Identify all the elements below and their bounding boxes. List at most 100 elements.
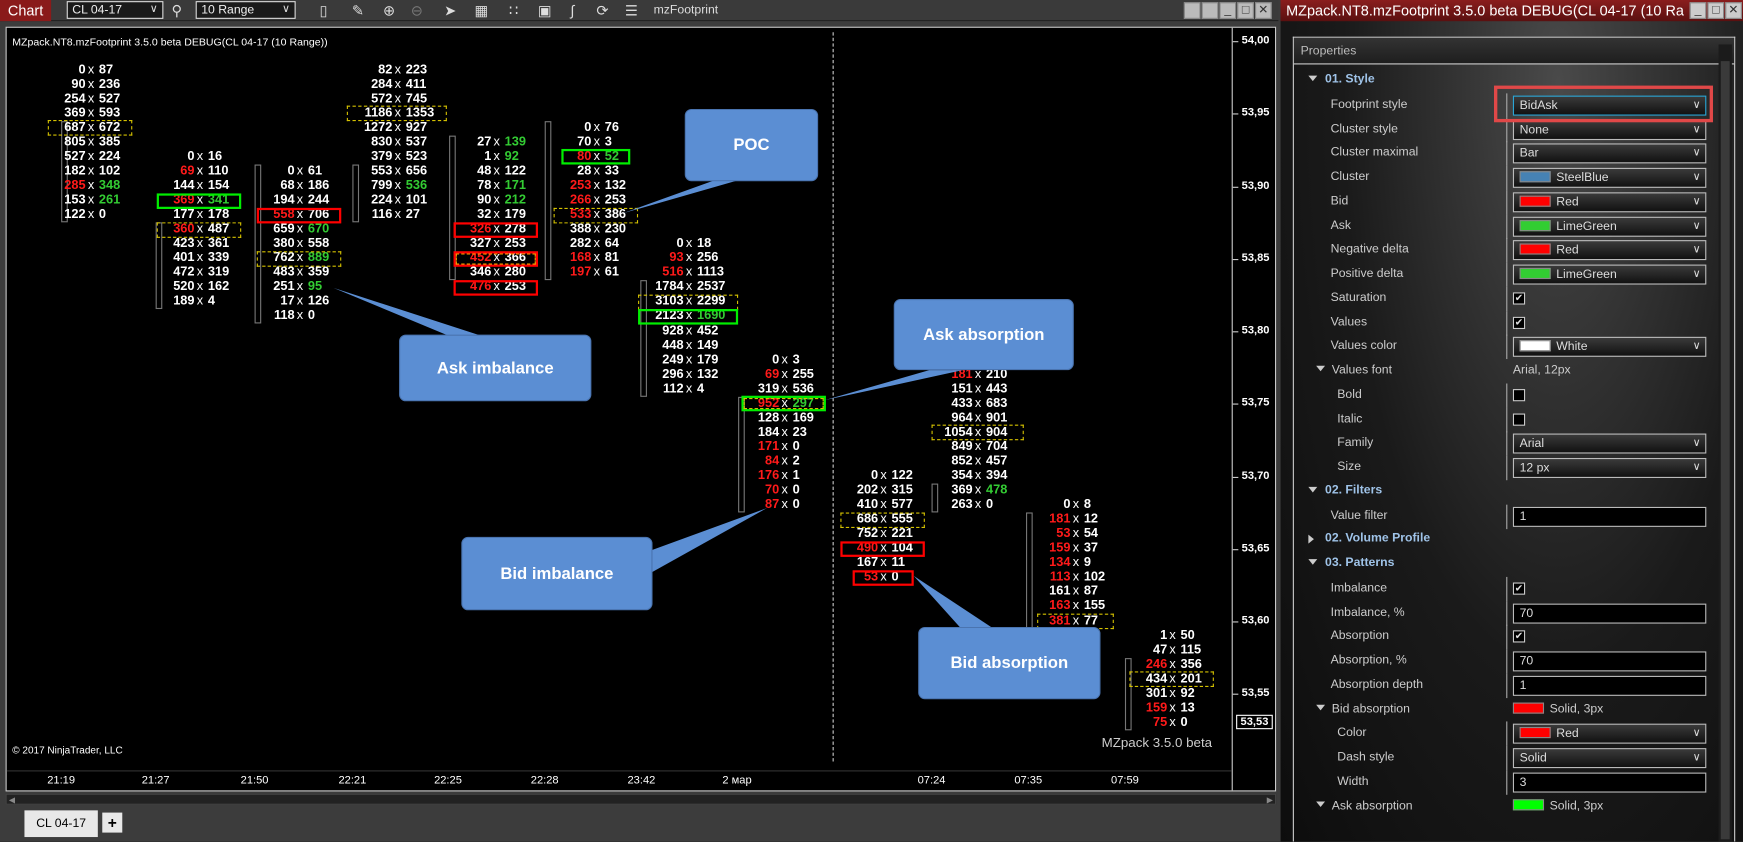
zoom-in-icon[interactable]: ⊕ xyxy=(379,1,399,20)
property-value-input[interactable]: 70 xyxy=(1512,651,1707,672)
property-bold[interactable]: Bold xyxy=(1294,383,1716,408)
checkbox[interactable]: ✔ xyxy=(1512,292,1526,305)
property-value-input[interactable]: 3 xyxy=(1512,772,1707,793)
indicators-icon[interactable]: ∷ xyxy=(504,1,524,20)
property-value-dropdown[interactable]: 12 px ∨ xyxy=(1512,457,1707,478)
property-value-dropdown[interactable]: Bar ∨ xyxy=(1512,143,1707,164)
property-dash-style[interactable]: Dash style Solid ∨ xyxy=(1294,745,1716,771)
property-imbalance[interactable]: Imbalance ✔ xyxy=(1294,576,1716,602)
property-value-dropdown[interactable]: SteelBlue ∨ xyxy=(1512,167,1707,188)
property-02-volume-profile[interactable]: 02. Volume Profile xyxy=(1294,528,1716,552)
chart-panel[interactable]: MZpack.NT8.mzFootprint 3.5.0 beta DEBUG(… xyxy=(5,26,1277,792)
property-cluster-maximal[interactable]: Cluster maximal Bar ∨ xyxy=(1294,141,1716,166)
instrument-dropdown[interactable]: CL 04-17 ∨ xyxy=(66,1,164,19)
expand-down-icon[interactable] xyxy=(1316,704,1326,710)
minimize-icon[interactable]: _ xyxy=(1689,2,1707,19)
expand-right-icon[interactable] xyxy=(1308,534,1314,544)
property-saturation[interactable]: Saturation ✔ xyxy=(1294,286,1716,311)
expand-down-icon[interactable] xyxy=(1308,559,1318,565)
price-axis[interactable]: 54,00 53,95 53,90 53,85 53,80 53,75 53,70 53,65… xyxy=(1232,28,1275,791)
property-03-patterns[interactable]: 03. Patterns xyxy=(1294,552,1716,576)
data-box-icon[interactable]: ▦ xyxy=(471,1,491,20)
zoom-out-icon[interactable]: ⊖ xyxy=(407,1,427,20)
add-tab-button[interactable]: + xyxy=(102,812,123,833)
property-value: None xyxy=(1519,122,1549,137)
chart-tab[interactable]: Chart xyxy=(0,0,52,22)
bar-type-dropdown[interactable]: 10 Range ∨ xyxy=(195,1,296,19)
instrument-tab[interactable]: CL 04-17 xyxy=(24,810,98,838)
checkbox[interactable] xyxy=(1512,388,1526,402)
property-bid-absorption[interactable]: Bid absorption Solid, 3px xyxy=(1294,698,1716,722)
time-label: 21:50 xyxy=(240,774,269,788)
property-label: Values font xyxy=(1331,363,1392,377)
scroll-right-icon[interactable]: ▶ xyxy=(1267,796,1273,805)
close-icon[interactable]: ✕ xyxy=(1725,2,1742,19)
search-icon[interactable]: ⚲ xyxy=(167,1,187,20)
checkbox[interactable] xyxy=(1512,412,1526,426)
property-values[interactable]: Values ✔ xyxy=(1294,310,1716,336)
property-size[interactable]: Size 12 px ∨ xyxy=(1294,455,1716,481)
pointer-icon[interactable]: ➤ xyxy=(440,1,460,20)
maximize-icon[interactable]: □ xyxy=(1237,2,1254,19)
window-button[interactable] xyxy=(1183,2,1201,19)
pencil-icon[interactable]: ✎ xyxy=(348,1,368,20)
property-label: Italic xyxy=(1337,411,1363,426)
indicator-label[interactable]: mzFootprint xyxy=(654,3,719,16)
property-imbalance[interactable]: Imbalance, % 70 xyxy=(1294,600,1716,626)
property-ask-absorption[interactable]: Ask absorption Solid, 3px xyxy=(1294,794,1716,818)
horizontal-scrollbar[interactable]: ◀ ▶ xyxy=(5,793,1277,805)
expand-down-icon[interactable] xyxy=(1316,365,1326,372)
property-positive-delta[interactable]: Positive delta LimeGreen ∨ xyxy=(1294,262,1716,287)
property-value-dropdown[interactable]: White ∨ xyxy=(1512,337,1707,358)
property-value-dropdown[interactable]: None ∨ xyxy=(1512,119,1707,140)
property-values-font[interactable]: Values font Arial, 12px xyxy=(1294,359,1716,383)
strategies-icon[interactable]: ▣ xyxy=(535,1,555,20)
window-button[interactable] xyxy=(1201,2,1219,19)
property-values-color[interactable]: Values color White ∨ xyxy=(1294,334,1716,360)
checkbox[interactable]: ✔ xyxy=(1512,316,1526,329)
maximize-icon[interactable]: □ xyxy=(1707,2,1725,19)
property-label: Width xyxy=(1337,774,1369,788)
property-value-dropdown[interactable]: Arial ∨ xyxy=(1512,433,1707,454)
property-label: Bid absorption xyxy=(1331,701,1410,716)
property-value-input[interactable]: 1 xyxy=(1512,506,1707,527)
property-value-input[interactable]: 70 xyxy=(1512,603,1707,624)
bar-style-icon[interactable]: ▯ xyxy=(313,1,333,20)
property-italic[interactable]: Italic xyxy=(1294,407,1716,432)
property-value-input[interactable]: 1 xyxy=(1512,675,1707,696)
property-value-dropdown[interactable]: Red ∨ xyxy=(1512,723,1707,744)
property-cluster[interactable]: Cluster SteelBlue ∨ xyxy=(1294,165,1716,191)
time-label: 07:24 xyxy=(917,774,946,788)
reload-icon[interactable]: ⟳ xyxy=(592,1,612,20)
property-negative-delta[interactable]: Negative delta Red ∨ xyxy=(1294,238,1716,263)
property-value-dropdown[interactable]: LimeGreen ∨ xyxy=(1512,264,1707,285)
property-value-filter[interactable]: Value filter 1 xyxy=(1294,504,1716,529)
properties-scrollbar-thumb[interactable] xyxy=(1720,61,1730,840)
expand-down-icon[interactable] xyxy=(1308,75,1318,82)
expand-down-icon[interactable] xyxy=(1308,486,1318,493)
drawing-tools-icon[interactable]: ∫ xyxy=(562,1,582,20)
property-value-dropdown[interactable]: Red ∨ xyxy=(1512,192,1707,213)
property-value-dropdown[interactable]: Solid ∨ xyxy=(1512,748,1707,769)
property-absorption[interactable]: Absorption ✔ xyxy=(1294,625,1716,650)
property-02-filters[interactable]: 02. Filters xyxy=(1294,480,1716,504)
close-icon[interactable]: ✕ xyxy=(1255,2,1272,19)
column-divider xyxy=(1506,165,1508,191)
properties-list-icon[interactable]: ☰ xyxy=(621,1,641,20)
plot-area[interactable]: MZpack.NT8.mzFootprint 3.5.0 beta DEBUG(… xyxy=(6,27,1233,791)
property-ask[interactable]: Ask LimeGreen ∨ xyxy=(1294,213,1716,239)
checkbox[interactable]: ✔ xyxy=(1512,630,1526,643)
property-family[interactable]: Family Arial ∨ xyxy=(1294,431,1716,457)
property-absorption-depth[interactable]: Absorption depth 1 xyxy=(1294,673,1716,698)
scroll-left-icon[interactable]: ◀ xyxy=(9,796,15,805)
minimize-icon[interactable]: _ xyxy=(1219,2,1237,19)
expand-down-icon[interactable] xyxy=(1316,800,1326,807)
property-value-dropdown[interactable]: Red ∨ xyxy=(1512,240,1707,261)
property-color[interactable]: Color Red ∨ xyxy=(1294,721,1716,747)
property-width[interactable]: Width 3 xyxy=(1294,770,1716,795)
property-bid[interactable]: Bid Red ∨ xyxy=(1294,189,1716,215)
property-value-dropdown[interactable]: LimeGreen ∨ xyxy=(1512,216,1707,237)
checkbox[interactable]: ✔ xyxy=(1512,582,1526,595)
copyright-text: © 2017 NinjaTrader, LLC xyxy=(12,744,123,756)
property-absorption[interactable]: Absorption, % 70 xyxy=(1294,649,1716,674)
